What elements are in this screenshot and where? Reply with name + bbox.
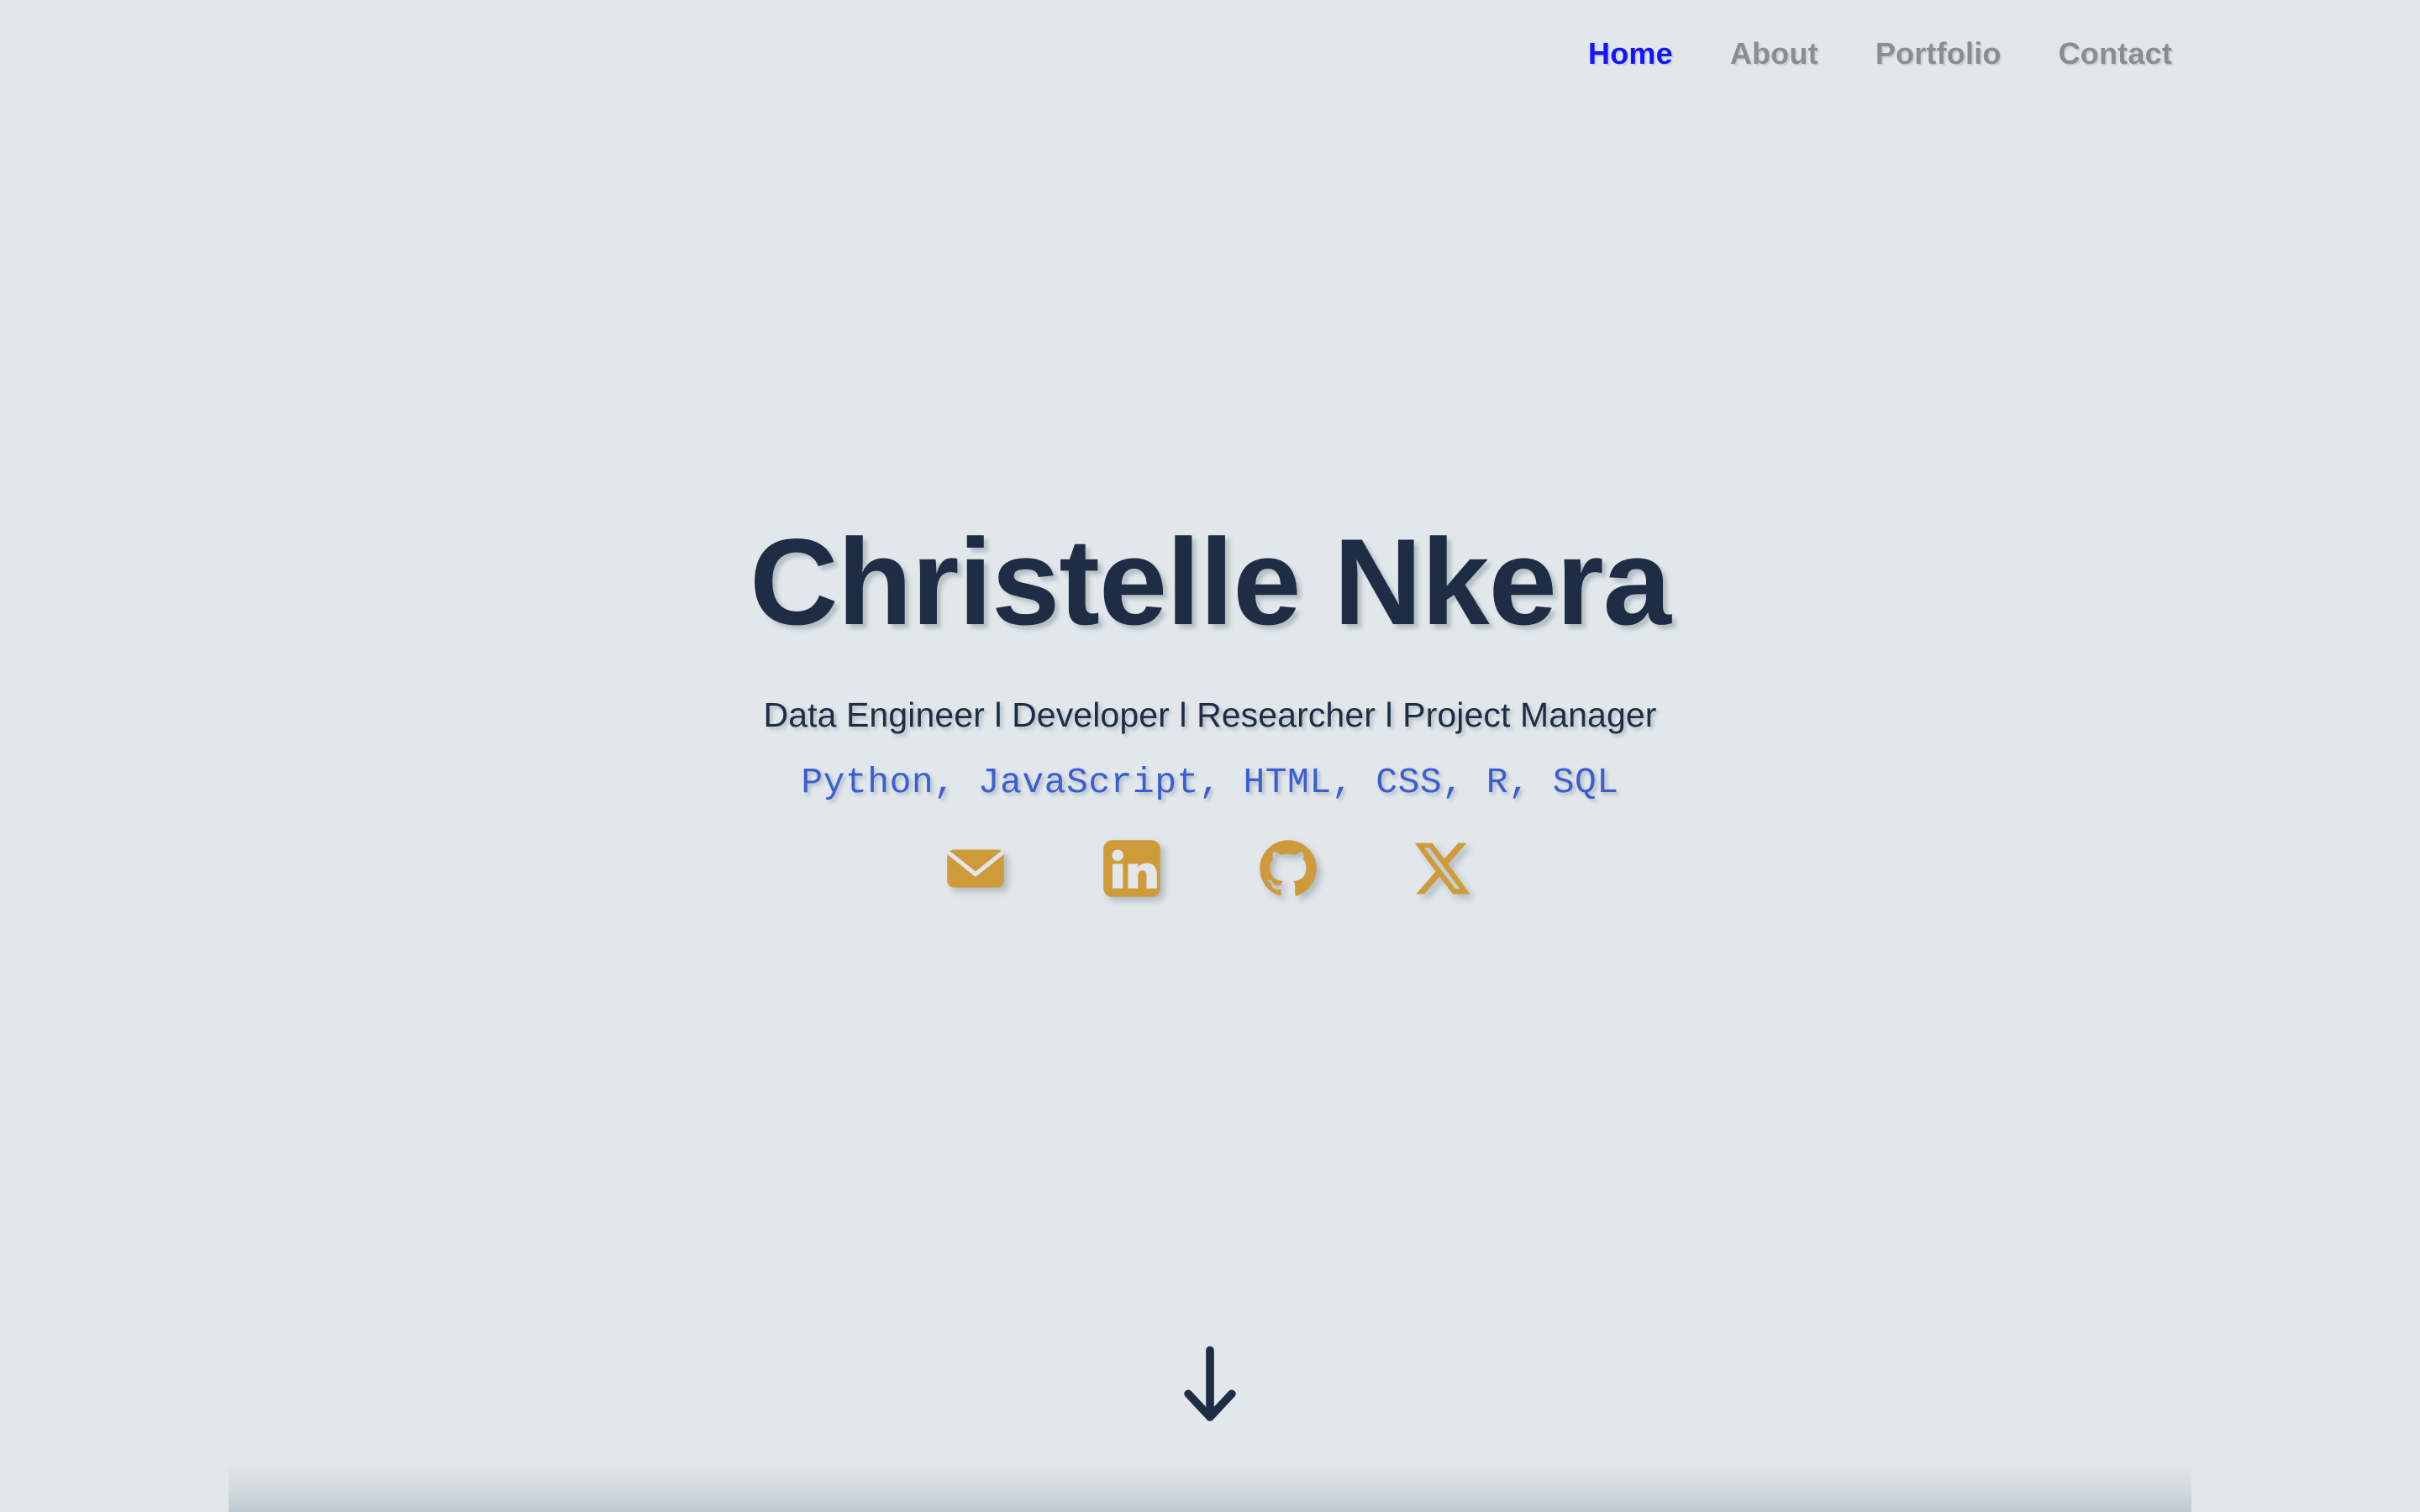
hero-section: Christelle Nkera Data Engineer l Develop… xyxy=(0,0,2420,1462)
email-icon[interactable] xyxy=(945,838,1006,899)
nav-item-about: About xyxy=(1730,36,1818,71)
linkedin-icon[interactable] xyxy=(1102,838,1162,899)
hero-skills-list: Python, JavaScript, HTML, CSS, R, SQL xyxy=(801,762,1619,803)
scroll-down-arrow-icon[interactable] xyxy=(1179,1342,1241,1430)
social-links xyxy=(945,838,1475,899)
nav-item-portfolio: Portfolio xyxy=(1876,36,2002,71)
main-navigation: Home About Portfolio Contact xyxy=(0,0,2420,108)
nav-link-portfolio[interactable]: Portfolio xyxy=(1876,36,2002,71)
nav-item-contact: Contact xyxy=(2059,36,2172,71)
nav-link-home[interactable]: Home xyxy=(1588,36,1673,71)
nav-link-contact[interactable]: Contact xyxy=(2059,36,2172,71)
hero-subtitle: Data Engineer l Developer l Researcher l… xyxy=(763,696,1657,734)
x-icon[interactable] xyxy=(1414,838,1475,899)
nav-link-about[interactable]: About xyxy=(1730,36,1818,71)
nav-item-home: Home xyxy=(1588,36,1673,71)
next-section-preview xyxy=(229,1462,2191,1512)
page-title: Christelle Nkera xyxy=(750,513,1671,650)
github-icon[interactable] xyxy=(1258,838,1318,899)
nav-list: Home About Portfolio Contact xyxy=(1588,36,2172,71)
